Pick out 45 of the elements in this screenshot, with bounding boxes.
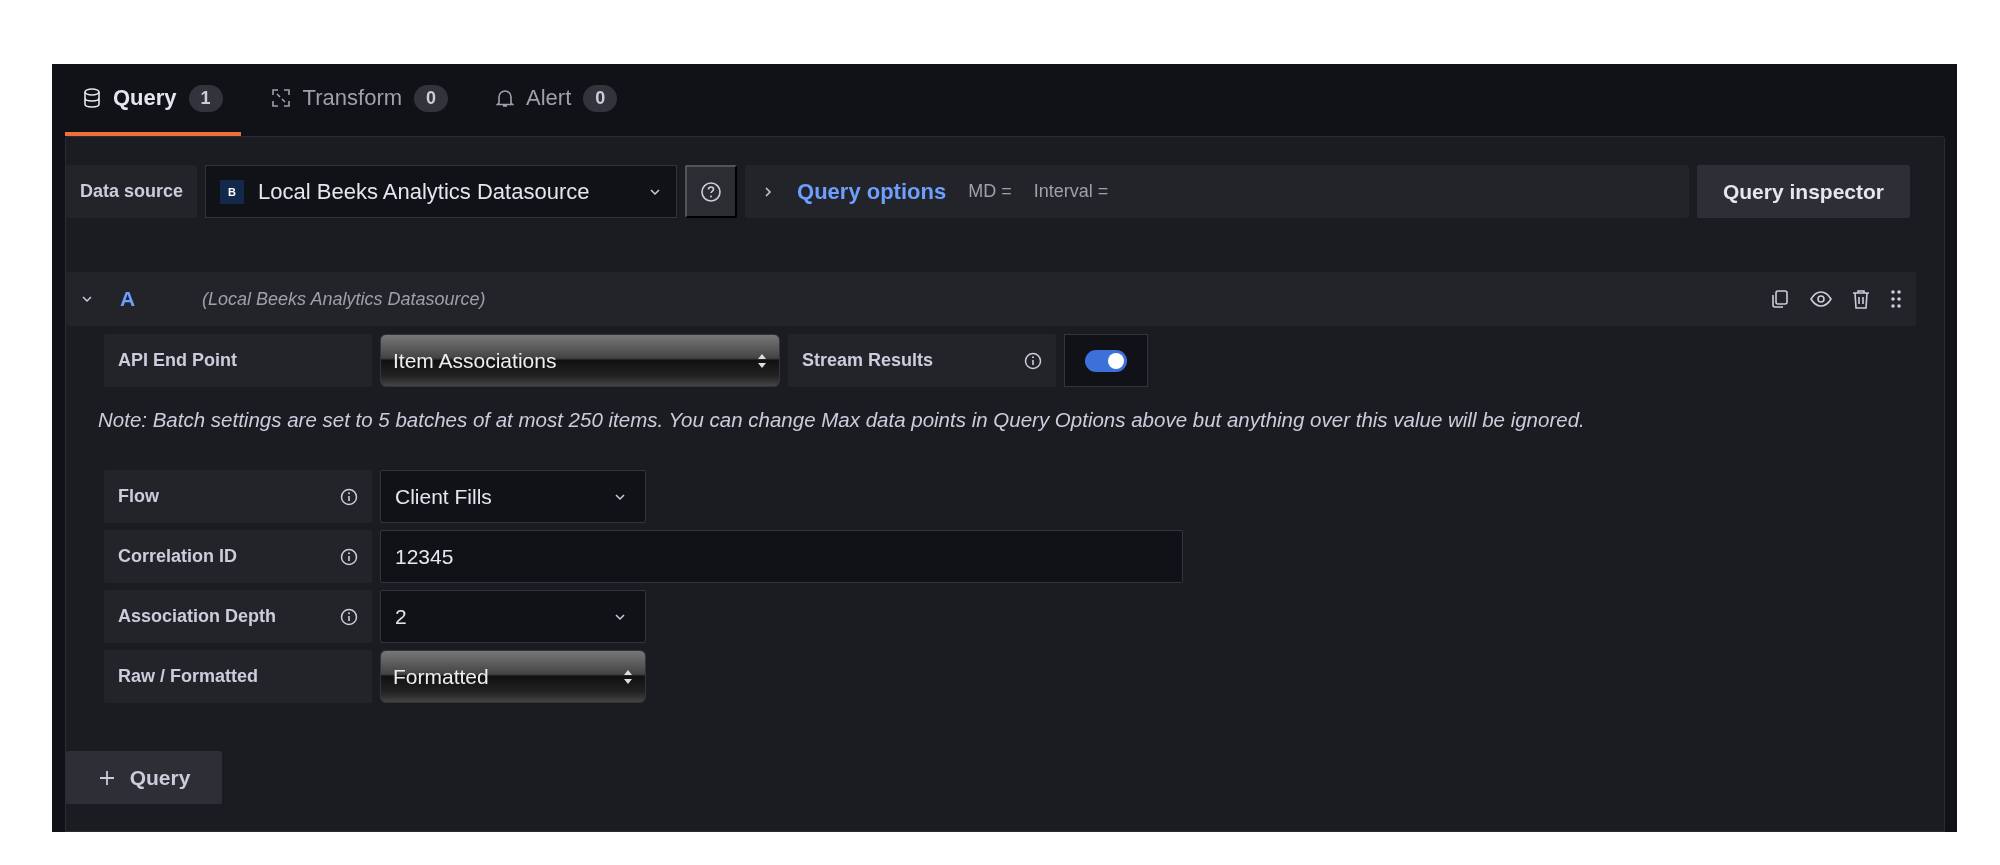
query-options-title: Query options xyxy=(797,178,947,205)
datasource-logo-icon: B xyxy=(220,179,245,204)
help-icon xyxy=(700,180,723,203)
query-source-text: (Local Beeks Analytics Datasource) xyxy=(202,288,487,310)
plus-icon xyxy=(97,768,116,787)
drag-handle-icon[interactable] xyxy=(1890,289,1902,309)
database-icon xyxy=(83,88,101,108)
field-label: Association Depth xyxy=(118,606,277,627)
batch-note-text: Note: Batch settings are set to 5 batches of at most 250 items. You can change Max data points in Query Options above but anything over this value will be ignored. xyxy=(98,408,1586,432)
help-button[interactable] xyxy=(685,165,738,218)
select-dropdown[interactable]: 2 xyxy=(380,590,646,643)
count-badge: 1 xyxy=(188,84,223,112)
field-label: Flow xyxy=(118,486,159,507)
query-options-bar[interactable]: Query options MD = Interval = xyxy=(745,165,1689,218)
up-down-arrows-icon xyxy=(757,352,767,369)
query-letter: A xyxy=(120,287,137,311)
transform-icon xyxy=(270,88,291,108)
field-label: Raw / Formatted xyxy=(118,666,259,687)
add-query-button[interactable]: Query xyxy=(66,751,222,804)
info-icon xyxy=(340,487,358,506)
md-text: MD = xyxy=(968,181,1012,202)
field-label: Correlation ID xyxy=(118,546,237,567)
input-field[interactable]: 12345 xyxy=(380,530,1183,583)
count-badge: 0 xyxy=(583,84,618,112)
query-inspector-button[interactable]: Query inspector xyxy=(1696,165,1910,218)
stream-results-label: Stream Results xyxy=(802,350,934,371)
info-icon xyxy=(340,607,358,626)
copy-icon[interactable] xyxy=(1770,289,1790,309)
count-badge: 0 xyxy=(414,84,449,112)
select-dropdown[interactable]: Formatted xyxy=(380,650,646,703)
info-icon xyxy=(340,547,358,566)
interval-text: Interval = xyxy=(1033,181,1109,202)
api-end-point-label: API End Point xyxy=(104,334,372,387)
data-source-label: Data source xyxy=(66,165,198,218)
stream-results-toggle[interactable] xyxy=(1064,334,1148,387)
api-end-point-select[interactable]: Item Associations xyxy=(380,334,780,387)
eye-icon[interactable] xyxy=(1810,291,1832,307)
up-down-arrows-icon xyxy=(623,668,633,685)
tab[interactable]: Alert 0 xyxy=(478,64,636,136)
tab[interactable]: Transform 0 xyxy=(252,64,467,136)
bell-icon xyxy=(496,88,515,108)
info-icon xyxy=(1024,351,1042,370)
data-source-select[interactable]: B Local Beeks Analytics Datasource xyxy=(205,165,678,218)
select-dropdown[interactable]: Client Fills xyxy=(380,470,646,523)
trash-icon[interactable] xyxy=(1852,289,1870,309)
